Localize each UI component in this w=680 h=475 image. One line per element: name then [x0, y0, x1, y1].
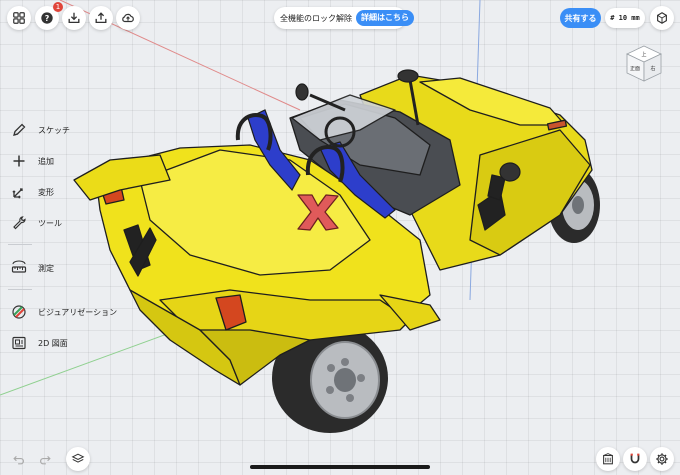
- tool-label: 追加: [38, 156, 54, 166]
- help-icon: ?: [41, 12, 53, 24]
- materials-button[interactable]: [596, 447, 620, 471]
- grid-icon: [13, 12, 25, 24]
- export-button[interactable]: [89, 6, 113, 30]
- share-button[interactable]: 共有する: [560, 8, 601, 28]
- tool-divider: [8, 244, 32, 245]
- tool-visualization[interactable]: ビジュアリゼーション: [10, 301, 117, 323]
- upload-icon: [95, 12, 107, 24]
- drawing-icon: [10, 334, 28, 352]
- help-button[interactable]: ? 1: [35, 2, 63, 30]
- svg-text:?: ?: [45, 14, 50, 23]
- view-settings-button[interactable]: [650, 6, 674, 30]
- unlock-banner: 全機能のロック解除 詳細はこちら: [274, 7, 414, 29]
- 3d-viewport[interactable]: ? 1 全機能のロック解除 詳細はこちら 共有する # 10 mm 上 正面 右…: [0, 0, 680, 475]
- view-cube[interactable]: 上 正面 右: [623, 42, 665, 84]
- snap-button[interactable]: [623, 447, 647, 471]
- tool-label: ビジュアリゼーション: [38, 307, 118, 317]
- tool-sketch[interactable]: スケッチ: [10, 119, 70, 141]
- tool-add[interactable]: 追加: [10, 150, 54, 172]
- wrench-icon: [10, 214, 28, 232]
- details-button[interactable]: 詳細はこちら: [356, 10, 414, 26]
- magnet-icon: [630, 453, 640, 464]
- cloud-upload-icon: [122, 13, 134, 23]
- tool-label: ツール: [38, 218, 62, 228]
- cloud-upload-button[interactable]: [116, 6, 140, 30]
- gear-icon: [656, 453, 668, 465]
- tool-transform[interactable]: 変形: [10, 181, 54, 203]
- tool-tools[interactable]: ツール: [10, 212, 62, 234]
- undo-button[interactable]: [7, 447, 31, 471]
- import-button[interactable]: [62, 6, 86, 30]
- tool-label: スケッチ: [38, 125, 70, 135]
- car-3d-model[interactable]: [0, 0, 680, 475]
- ruler-icon: [10, 259, 28, 277]
- grid-size-selector[interactable]: # 10 mm: [605, 8, 645, 28]
- download-icon: [68, 12, 80, 24]
- cube-top-label: 上: [641, 51, 646, 58]
- redo-button[interactable]: [33, 447, 57, 471]
- home-indicator: [250, 465, 430, 469]
- tool-label: 変形: [38, 187, 54, 197]
- transform-icon: [10, 183, 28, 201]
- visualization-icon: [10, 303, 28, 321]
- layers-icon: [71, 453, 85, 463]
- cube-front-label: 正面: [630, 66, 640, 72]
- tool-divider: [8, 289, 32, 290]
- tool-label: 測定: [38, 263, 54, 273]
- cube-right-label: 右: [650, 65, 655, 72]
- tool-2d-drawing[interactable]: 2D 図面: [10, 332, 68, 354]
- settings-button[interactable]: [650, 447, 674, 471]
- tool-measure[interactable]: 測定: [10, 257, 54, 279]
- grid-menu-button[interactable]: [7, 6, 31, 30]
- tool-label: 2D 図面: [38, 338, 68, 348]
- unlock-text: 全機能のロック解除: [280, 13, 352, 23]
- pencil-icon: [10, 121, 28, 139]
- undo-icon: [13, 455, 24, 465]
- plus-icon: [10, 152, 28, 170]
- layers-button[interactable]: [66, 447, 90, 471]
- cube-settings-icon: [657, 12, 667, 24]
- redo-icon: [40, 455, 51, 465]
- help-badge: 1: [53, 2, 63, 12]
- building-icon: [603, 453, 613, 465]
